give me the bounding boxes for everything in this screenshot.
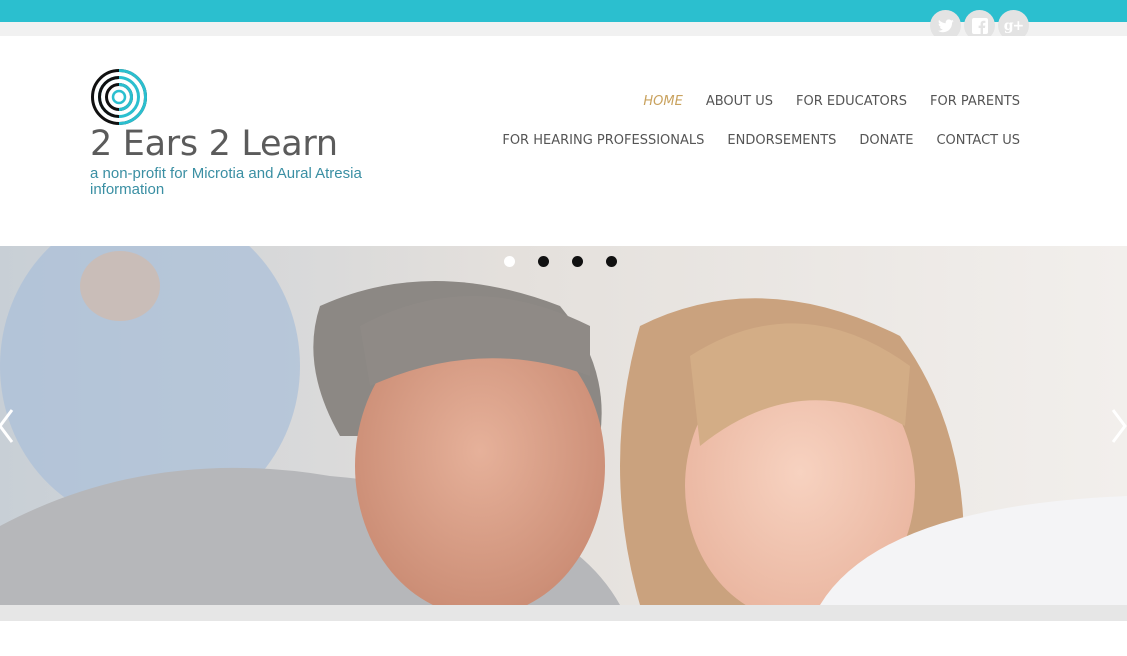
slider-dot-1[interactable] xyxy=(504,256,515,267)
chevron-left-icon[interactable] xyxy=(0,406,18,446)
slider-dot-2[interactable] xyxy=(538,256,549,267)
nav-for-hearing-professionals[interactable]: FOR HEARING PROFESSIONALS xyxy=(502,133,704,148)
site-header: 2 Ears 2 Learn a non-profit for Microtia… xyxy=(0,36,1127,246)
slider-bottom-bar xyxy=(0,605,1127,621)
slider-dot-3[interactable] xyxy=(572,256,583,267)
site-tagline: a non-profit for Microtia and Aural Atre… xyxy=(90,165,362,198)
twitter-icon xyxy=(937,18,954,32)
nav-endorsements[interactable]: ENDORSEMENTS xyxy=(727,133,836,148)
nav-about-us[interactable]: ABOUT US xyxy=(706,94,773,109)
nav-donate[interactable]: DONATE xyxy=(859,133,913,148)
main-nav-row-2: FOR HEARING PROFESSIONALS ENDORSEMENTS D… xyxy=(502,133,1020,148)
nav-contact-us[interactable]: CONTACT US xyxy=(936,133,1020,148)
chevron-right-icon[interactable] xyxy=(1107,406,1127,446)
slider-dots xyxy=(504,256,617,267)
hero-slide-image xyxy=(0,246,1127,605)
site-title[interactable]: 2 Ears 2 Learn xyxy=(90,124,338,164)
nav-for-parents[interactable]: FOR PARENTS xyxy=(930,94,1020,109)
main-nav-row-1: HOME ABOUT US FOR EDUCATORS FOR PARENTS xyxy=(643,94,1020,109)
slider-dot-4[interactable] xyxy=(606,256,617,267)
hero-slider xyxy=(0,246,1127,605)
facebook-icon xyxy=(971,17,988,34)
nav-home[interactable]: HOME xyxy=(643,94,682,109)
nav-for-educators[interactable]: FOR EDUCATORS xyxy=(796,94,907,109)
google-plus-icon: g+ xyxy=(1003,17,1025,34)
logo-icon[interactable] xyxy=(90,68,148,126)
